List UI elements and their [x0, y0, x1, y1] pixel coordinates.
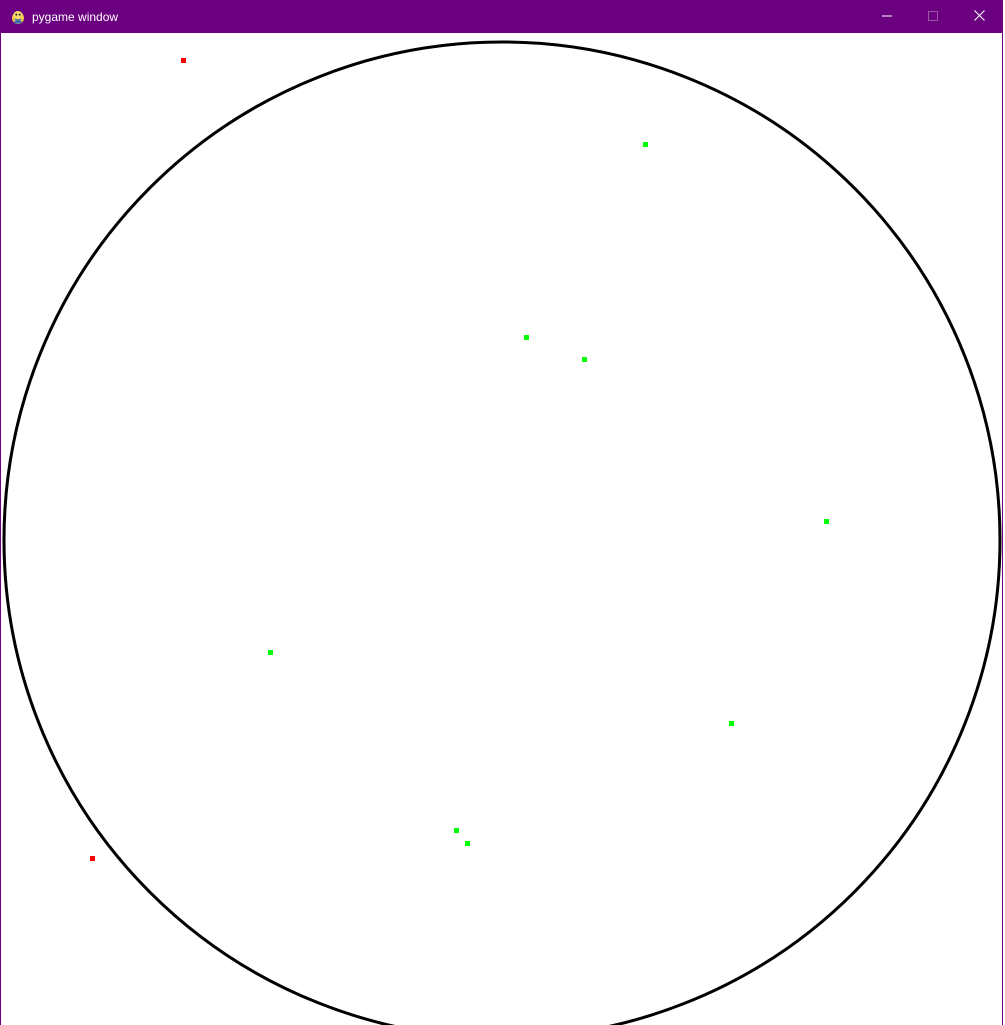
inside-point [268, 650, 273, 655]
minimize-button[interactable] [864, 0, 910, 33]
inside-point [643, 142, 648, 147]
inside-point [524, 335, 529, 340]
maximize-button[interactable] [910, 0, 956, 33]
inside-point [729, 721, 734, 726]
window-controls [864, 0, 1002, 33]
pygame-snake-icon [10, 9, 26, 25]
inside-point [454, 828, 459, 833]
minimize-icon [882, 8, 892, 26]
close-icon [973, 8, 985, 26]
pygame-window: pygame window [0, 0, 1003, 1025]
outside-point [181, 58, 186, 63]
inside-point [582, 357, 587, 362]
canvas-background [1, 33, 1002, 1025]
maximize-icon [928, 8, 938, 26]
title-bar[interactable]: pygame window [1, 0, 1002, 33]
outside-point [90, 856, 95, 861]
close-button[interactable] [956, 0, 1002, 33]
game-canvas[interactable] [1, 33, 1003, 1025]
window-title: pygame window [32, 9, 119, 24]
inside-point [824, 519, 829, 524]
inside-point [465, 841, 470, 846]
